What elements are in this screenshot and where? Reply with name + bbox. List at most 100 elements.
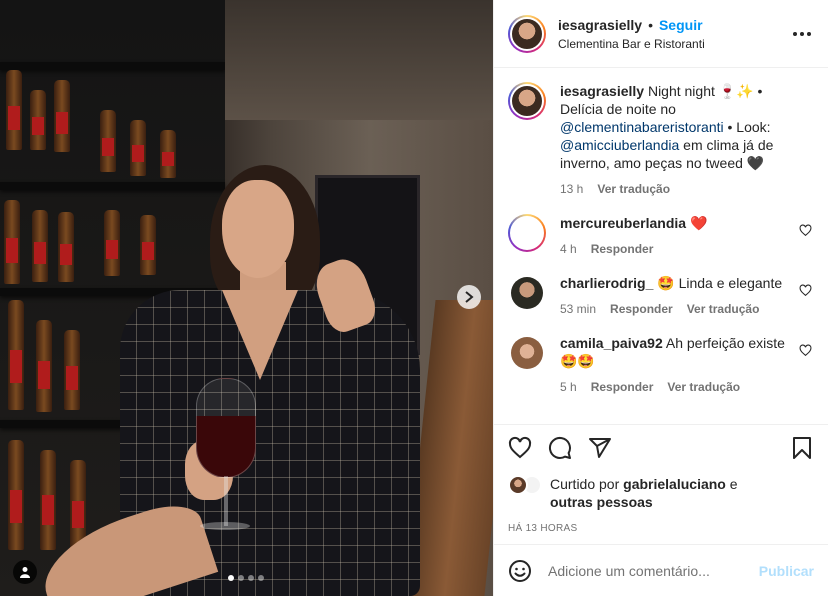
share-icon[interactable]	[588, 436, 612, 460]
liked-by: Curtido por gabrielaluciano e outras pes…	[508, 475, 814, 511]
comment-text: 🤩 Linda e elegante	[653, 275, 783, 291]
comment-body: charlierodrig_ 🤩 Linda e elegante 53 min…	[560, 274, 814, 318]
next-arrow-icon	[465, 291, 474, 303]
bottle	[8, 440, 24, 550]
like-comment-heart-icon[interactable]	[799, 224, 812, 237]
separator: •	[648, 16, 653, 33]
bottle	[4, 200, 20, 284]
comment-time[interactable]: 53 min	[560, 300, 596, 318]
next-photo-button[interactable]	[457, 285, 481, 309]
dot	[800, 31, 804, 36]
commenter-avatar[interactable]	[508, 214, 546, 252]
commenter-avatar[interactable]	[511, 337, 543, 369]
caption-time[interactable]: 13 h	[560, 180, 583, 198]
emoji-icon[interactable]	[508, 559, 532, 583]
see-translation-link[interactable]: Ver tradução	[667, 378, 740, 396]
carousel-dot	[258, 575, 264, 581]
carousel-dot	[248, 575, 254, 581]
carousel-dot-active	[228, 575, 234, 581]
comment-body: camila_paiva92 Ah perfeição existe 🤩🤩 5 …	[560, 334, 814, 396]
wine-glass-stem	[224, 476, 228, 526]
author-avatar[interactable]	[508, 14, 546, 53]
wine-glass	[196, 378, 256, 478]
ceiling	[225, 0, 493, 120]
add-comment-bar: Publicar	[494, 544, 828, 596]
like-comment-heart-icon[interactable]	[799, 344, 812, 357]
author-username[interactable]: iesagrasielly	[558, 17, 642, 33]
caption-meta: 13 h Ver tradução	[560, 180, 788, 198]
caption: iesagrasielly Night night 🍷✨ • Delícia d…	[508, 82, 814, 198]
bottle	[100, 110, 116, 172]
neckline	[222, 290, 298, 380]
bottle	[8, 300, 24, 410]
post-header: iesagrasielly • Seguir Clementina Bar e …	[494, 0, 828, 68]
caption-text-2: • Look:	[723, 119, 771, 135]
carousel-dot	[238, 575, 244, 581]
reply-button[interactable]: Responder	[591, 378, 654, 396]
commenter-username[interactable]: mercureuberlandia	[560, 215, 686, 231]
post-location[interactable]: Clementina Bar e Ristoranti	[558, 37, 790, 51]
heart-icon[interactable]	[508, 436, 532, 460]
liked-by-prefix: Curtido por	[550, 476, 624, 492]
carousel-dots	[228, 575, 264, 581]
dot	[807, 31, 811, 36]
liked-by-suffix: e	[725, 476, 738, 492]
bookmark-icon[interactable]	[790, 436, 814, 460]
more-options-icon[interactable]	[790, 31, 814, 36]
shelf	[0, 62, 225, 70]
commenter-username[interactable]: charlierodrig_	[560, 275, 653, 291]
bottle	[64, 330, 80, 410]
bottle	[54, 80, 70, 152]
comment-body: mercureuberlandia ❤️ 4 h Responder	[560, 214, 814, 258]
post-modal: iesagrasielly • Seguir Clementina Bar e …	[0, 0, 828, 596]
comment: mercureuberlandia ❤️ 4 h Responder	[508, 214, 814, 258]
reply-button[interactable]: Responder	[591, 240, 654, 258]
caption-username[interactable]: iesagrasielly	[560, 83, 644, 99]
bottle	[58, 212, 74, 282]
commenter-username[interactable]: camila_paiva92	[560, 335, 663, 351]
shelf	[0, 182, 225, 190]
bottle	[130, 120, 146, 176]
wine-glass-foot	[200, 522, 250, 530]
action-icons	[508, 431, 814, 465]
see-translation-link[interactable]: Ver tradução	[687, 300, 760, 318]
post-side-panel: iesagrasielly • Seguir Clementina Bar e …	[493, 0, 828, 596]
dot	[793, 31, 797, 36]
liker-avatars[interactable]	[508, 475, 546, 495]
bottle	[140, 215, 156, 275]
mention-link[interactable]: @clementinabareristoranti	[560, 119, 724, 135]
liker-username[interactable]: gabrielaluciano	[623, 476, 726, 492]
bottle	[32, 210, 48, 282]
header-text: iesagrasielly • Seguir Clementina Bar e …	[558, 17, 790, 51]
comment-time[interactable]: 4 h	[560, 240, 577, 258]
header-line: iesagrasielly • Seguir	[558, 17, 790, 33]
see-translation-link[interactable]: Ver tradução	[597, 180, 670, 198]
mercure-logo-avatar	[510, 216, 544, 250]
bottle	[36, 320, 52, 412]
comment-input[interactable]	[548, 562, 759, 579]
other-likers-link[interactable]: outras pessoas	[550, 494, 653, 510]
post-photo[interactable]	[0, 0, 493, 596]
liked-by-text: Curtido por gabrielaluciano e outras pes…	[550, 475, 738, 511]
post-time[interactable]: HÁ 13 HORAS	[508, 523, 814, 534]
publish-button[interactable]: Publicar	[759, 563, 814, 579]
comment-meta: 4 h Responder	[560, 240, 788, 258]
follow-button[interactable]: Seguir	[659, 17, 703, 33]
commenter-avatar[interactable]	[511, 277, 543, 309]
like-comment-heart-icon[interactable]	[799, 284, 812, 297]
caption-author-avatar[interactable]	[508, 82, 546, 120]
comment: camila_paiva92 Ah perfeição existe 🤩🤩 5 …	[508, 334, 814, 396]
person-tag-icon	[20, 567, 30, 578]
comment-icon[interactable]	[548, 436, 572, 460]
comment-time[interactable]: 5 h	[560, 378, 577, 396]
mention-link[interactable]: @amicciuberlandia	[560, 137, 679, 153]
reply-button[interactable]: Responder	[610, 300, 673, 318]
comments-list: iesagrasielly Night night 🍷✨ • Delícia d…	[494, 68, 828, 418]
comment: charlierodrig_ 🤩 Linda e elegante 53 min…	[508, 274, 814, 318]
face	[222, 180, 294, 278]
tagged-people-button[interactable]	[13, 560, 37, 584]
author-avatar-image	[510, 16, 544, 51]
caption-author-avatar-image	[510, 84, 544, 118]
comment-text: ❤️	[686, 215, 708, 231]
bottle	[40, 450, 56, 550]
